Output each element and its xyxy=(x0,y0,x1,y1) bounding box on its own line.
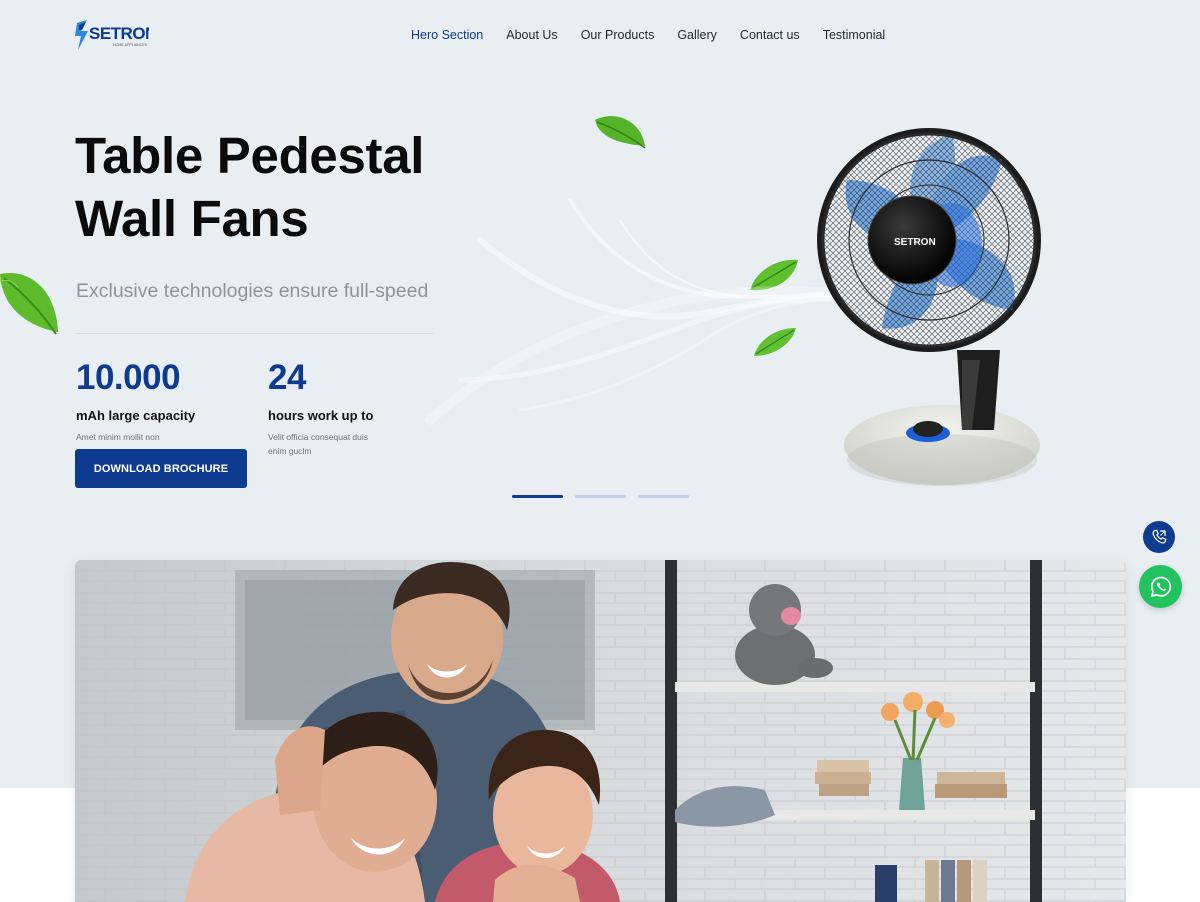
slider-dot-3[interactable] xyxy=(638,495,689,498)
nav-item-about-us[interactable]: About Us xyxy=(506,28,557,42)
slider-dot-1[interactable] xyxy=(512,495,563,498)
nav-item-contact-us[interactable]: Contact us xyxy=(740,28,800,42)
brand-tagline: HOME APPLIANCES xyxy=(113,43,148,47)
slider-pagination xyxy=(512,495,689,498)
stat-description: Velit officia consequat duis enim guclm xyxy=(268,432,369,456)
stat-value: 24 xyxy=(268,358,306,397)
download-brochure-button[interactable]: DOWNLOAD BROCHURE xyxy=(75,449,247,488)
phone-icon xyxy=(1152,529,1167,544)
fan-logo-text: SETRON xyxy=(894,237,936,248)
whatsapp-button[interactable] xyxy=(1139,565,1182,608)
stat-description: Amet minim mollit non xyxy=(76,432,160,442)
slider-dot-2[interactable] xyxy=(575,495,626,498)
brand-name: SETRON xyxy=(89,24,149,43)
leaf-icon xyxy=(595,116,646,149)
hero-title: Table Pedestal Wall Fans xyxy=(75,124,495,250)
nav-item-gallery[interactable]: Gallery xyxy=(677,28,717,42)
call-button[interactable] xyxy=(1143,521,1175,553)
leaf-icon xyxy=(0,272,58,335)
brand-logo[interactable]: SETRON HOME APPLIANCES xyxy=(75,19,158,51)
stat-label: mAh large capacity xyxy=(76,408,196,423)
hero-title-line1: Table Pedestal xyxy=(75,127,425,184)
nav-item-testimonial[interactable]: Testimonial xyxy=(823,28,886,42)
stat-label: hours work up to xyxy=(268,408,374,423)
family-photo xyxy=(75,560,1126,902)
hero-title-line2: Wall Fans xyxy=(75,190,309,247)
nav-item-hero-section[interactable]: Hero Section xyxy=(411,28,483,42)
hero-subtitle: Exclusive technologies ensure full-speed xyxy=(76,280,429,302)
main-nav: Hero Section About Us Our Products Galle… xyxy=(411,28,908,42)
stat-capacity: 10.000 mAh large capacity Amet minim mol… xyxy=(76,356,251,444)
stat-value: 10.000 xyxy=(76,358,181,397)
hero-divider xyxy=(76,333,433,334)
nav-item-our-products[interactable]: Our Products xyxy=(581,28,655,42)
whatsapp-icon xyxy=(1150,576,1171,597)
stat-hours: 24 hours work up to Velit officia conseq… xyxy=(268,356,443,458)
fan-product-image: SETRON xyxy=(817,128,1041,486)
